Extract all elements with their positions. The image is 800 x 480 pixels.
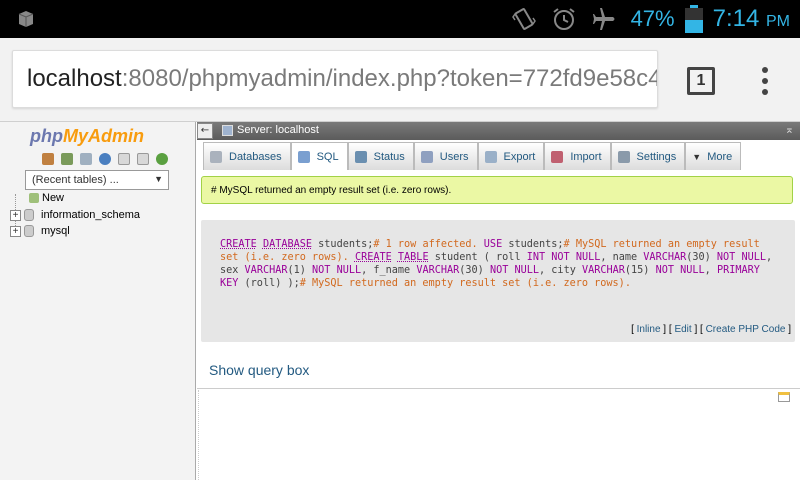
vibrate-icon — [511, 8, 536, 30]
tab-settings[interactable]: Settings — [610, 142, 686, 170]
reload-icon[interactable] — [156, 153, 168, 165]
console-icon[interactable] — [778, 392, 790, 402]
address-bar[interactable]: localhost:8080/phpmyadmin/index.php?toke… — [12, 50, 658, 108]
databases-icon — [210, 150, 222, 163]
tab-sql[interactable]: SQL — [290, 142, 348, 170]
tab-switcher-button[interactable]: 1 — [687, 67, 715, 95]
tree-item-new[interactable]: New — [29, 190, 64, 206]
phpmyadmin-logo[interactable]: phpMyAdmin — [30, 126, 144, 147]
documentation-icon[interactable] — [118, 153, 130, 165]
export-icon — [484, 150, 497, 163]
recent-tables-select[interactable]: (Recent tables) ... ▼ — [25, 170, 169, 190]
edit-link[interactable]: Edit — [674, 324, 691, 335]
divider — [198, 390, 199, 480]
expand-icon[interactable]: + — [10, 225, 21, 237]
tab-status[interactable]: Status — [347, 142, 414, 170]
battery-percent: 47% — [630, 6, 675, 31]
app-notification-icon — [18, 11, 34, 27]
tab-databases[interactable]: Databases — [203, 142, 291, 170]
sql-query-text: CREATE DATABASE students;# 1 row affecte… — [220, 239, 773, 289]
query-window-icon[interactable] — [80, 153, 92, 165]
settings-icon[interactable] — [137, 153, 149, 165]
sql-action-links: [ Inline ] [ Edit ] [ Create PHP Code ] — [631, 324, 791, 335]
collapse-navigation-icon[interactable]: ← — [197, 123, 213, 139]
help-icon[interactable] — [99, 153, 111, 165]
create-php-code-link[interactable]: Create PHP Code — [706, 324, 786, 335]
browser-toolbar: localhost:8080/phpmyadmin/index.php?toke… — [0, 38, 800, 122]
server-breadcrumb: ← Server: localhost ⌅ — [197, 122, 800, 140]
server-link[interactable]: Server: localhost — [237, 124, 319, 136]
url-host: localhost — [27, 65, 122, 92]
status-bar: 47% 7:14 PM — [0, 0, 800, 38]
airplane-mode-icon — [592, 8, 615, 30]
tab-users[interactable]: Users — [413, 142, 478, 170]
tab-import[interactable]: Import — [544, 142, 611, 170]
top-menu-tabs: Databases SQL Status Users Export Import… — [203, 142, 742, 170]
inline-edit-link[interactable]: Inline — [637, 324, 661, 335]
database-icon — [24, 209, 34, 221]
nav-icon-row — [42, 153, 175, 165]
status-icon — [354, 150, 367, 163]
tab-more[interactable]: ▼ More — [685, 142, 742, 170]
tree-item-information-schema[interactable]: + information_schema — [10, 207, 140, 223]
chevron-down-icon: ▼ — [692, 151, 702, 162]
battery-icon — [684, 5, 703, 33]
sql-icon — [297, 150, 310, 163]
divider — [197, 388, 800, 389]
navigation-panel: phpMyAdmin (Recent tables) ... ▼ New + in… — [0, 122, 196, 480]
expand-icon[interactable]: + — [10, 209, 21, 221]
users-icon — [420, 150, 433, 163]
server-icon — [222, 125, 233, 136]
collapse-topbar-icon[interactable]: ⌅ — [785, 123, 794, 136]
clock: 7:14 PM — [712, 5, 790, 32]
sql-query-box: CREATE DATABASE students;# 1 row affecte… — [201, 220, 795, 342]
browser-menu-icon[interactable] — [760, 67, 770, 97]
alarm-icon — [552, 8, 575, 30]
database-icon — [24, 225, 34, 237]
main-panel: ← Server: localhost ⌅ Databases SQL Stat… — [197, 122, 800, 480]
home-icon[interactable] — [42, 153, 54, 165]
chevron-down-icon: ▼ — [154, 174, 163, 184]
tree-item-mysql[interactable]: + mysql — [10, 223, 70, 239]
new-database-icon — [29, 193, 39, 203]
wrench-icon — [617, 150, 630, 163]
import-icon — [551, 150, 564, 163]
show-query-box-link[interactable]: Show query box — [209, 362, 309, 378]
url-path: :8080/phpmyadmin/index.php?token=772fd9e… — [121, 65, 658, 92]
tab-export[interactable]: Export — [477, 142, 545, 170]
success-message: # MySQL returned an empty result set (i.… — [201, 176, 793, 204]
logout-icon[interactable] — [61, 153, 73, 165]
